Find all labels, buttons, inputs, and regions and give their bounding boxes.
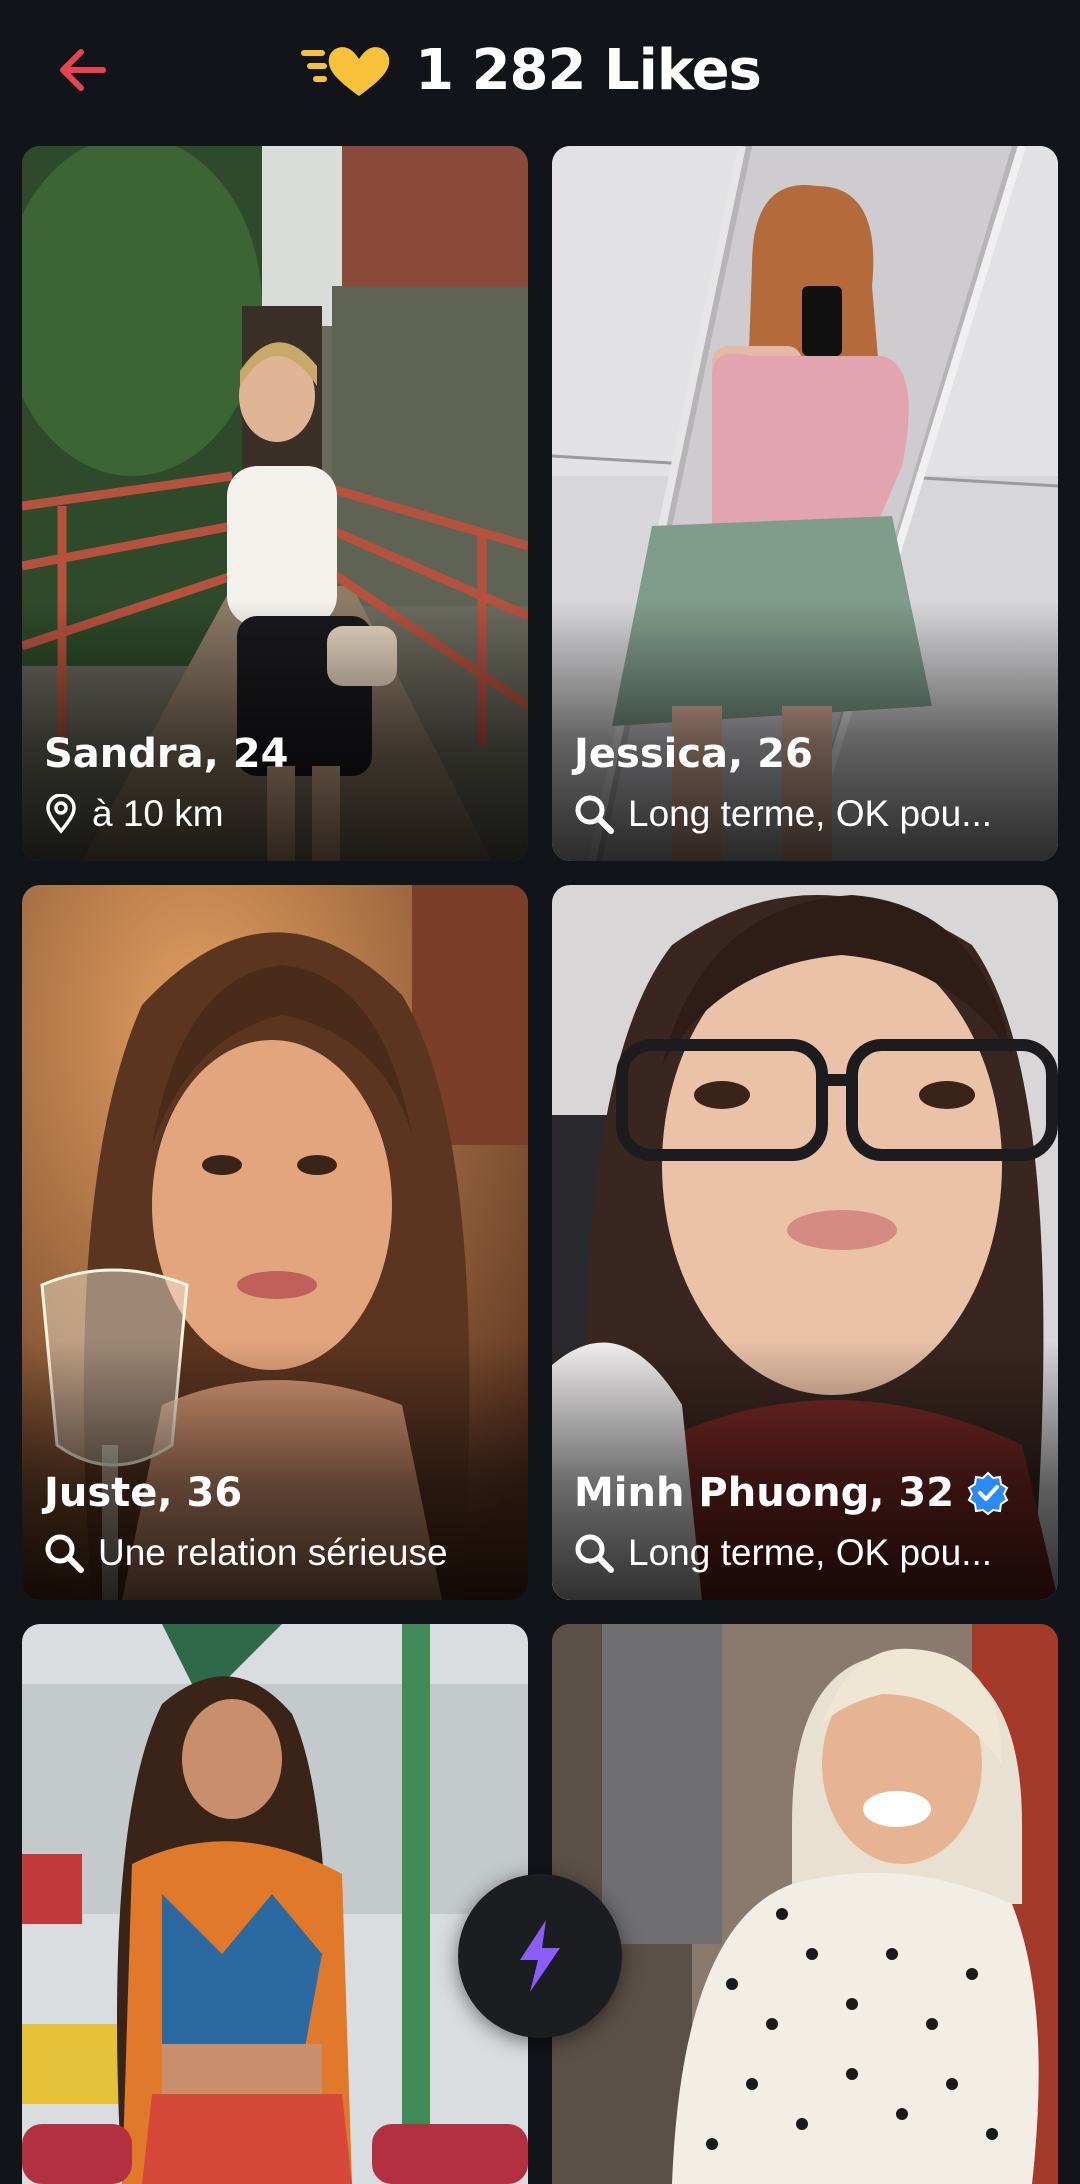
- profile-photo: [552, 1624, 1058, 2184]
- search-icon: [45, 1534, 84, 1573]
- back-arrow-icon: [60, 49, 106, 91]
- boost-button[interactable]: [458, 1874, 622, 2038]
- title-group: 1 282 Likes: [299, 37, 762, 103]
- gold-heart-icon: [301, 47, 390, 96]
- location-pin-icon: [46, 794, 76, 834]
- profile-card-minh-phuong[interactable]: Minh Phuong, 32 Long terme, OK pou...: [552, 885, 1058, 1600]
- top-bar: 1 282 Likes: [0, 0, 1080, 140]
- page-title: 1 282 Likes: [415, 37, 762, 103]
- verified-badge-icon: [967, 1471, 1009, 1515]
- profile-detail: Long terme, OK pou...: [574, 1532, 1040, 1574]
- profile-card-sandra[interactable]: Sandra, 24 à 10 km: [22, 146, 528, 861]
- profile-name: Minh Phuong, 32: [574, 1470, 1040, 1516]
- profile-name: Jessica, 26: [574, 731, 813, 777]
- search-icon: [575, 795, 614, 834]
- profile-detail: Une relation sérieuse: [44, 1532, 510, 1574]
- profile-photo: [22, 1624, 528, 2184]
- profile-info: Minh Phuong, 32 Long terme, OK pou...: [574, 1470, 1040, 1574]
- profile-card-juste[interactable]: Juste, 36 Une relation sérieuse: [22, 885, 528, 1600]
- profile-detail: Long terme, OK pou...: [574, 793, 1040, 835]
- profile-name: Juste, 36: [44, 1470, 243, 1516]
- profile-card-6[interactable]: [552, 1624, 1058, 2184]
- profile-name: Sandra, 24: [44, 731, 289, 777]
- search-icon: [575, 1534, 614, 1573]
- profile-info: Sandra, 24 à 10 km: [44, 731, 510, 835]
- lightning-bolt-icon: [520, 1920, 560, 1992]
- profile-detail: à 10 km: [44, 793, 510, 835]
- profile-card-jessica[interactable]: Jessica, 26 Long terme, OK pou...: [552, 146, 1058, 861]
- profile-info: Juste, 36 Une relation sérieuse: [44, 1470, 510, 1574]
- profile-card-5[interactable]: [22, 1624, 528, 2184]
- profile-info: Jessica, 26 Long terme, OK pou...: [574, 731, 1040, 835]
- back-button[interactable]: [52, 40, 112, 100]
